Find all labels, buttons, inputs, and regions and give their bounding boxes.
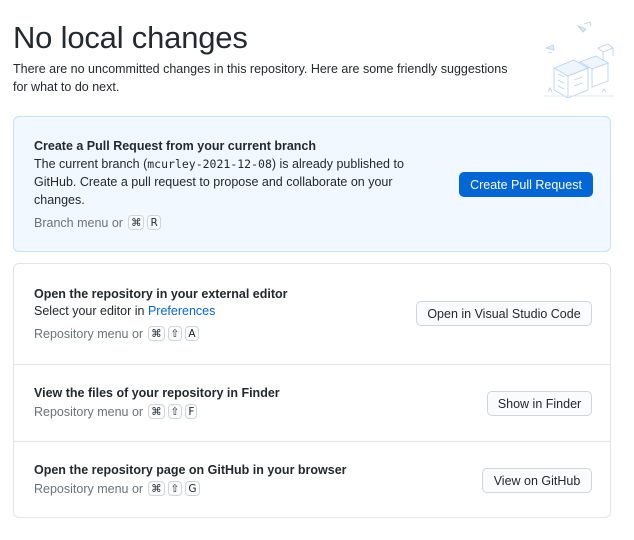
- open-editor-heading: Open the repository in your external edi…: [34, 287, 288, 301]
- show-in-finder-button[interactable]: Show in Finder: [487, 391, 592, 416]
- show-in-finder-section: View the files of your repository in Fin…: [14, 364, 610, 441]
- view-github-shortcut-hint: Repository menu or ⌘ ⇧ G: [34, 481, 200, 496]
- a-key: A: [185, 326, 199, 341]
- create-pr-line-3: changes.: [34, 193, 85, 207]
- command-key: ⌘: [127, 215, 145, 230]
- create-pr-line-1: The current branch (mcurley-2021-12-08) …: [34, 157, 404, 171]
- command-key: ⌘: [148, 326, 165, 341]
- open-editor-description: Select your editor in Preferences: [34, 304, 216, 318]
- view-github-heading: Open the repository page on GitHub in yo…: [34, 463, 347, 477]
- create-pull-request-card: Create a Pull Request from your current …: [13, 116, 611, 252]
- create-pr-heading: Create a Pull Request from your current …: [34, 139, 317, 153]
- preferences-link[interactable]: Preferences: [148, 304, 215, 318]
- r-key: R: [147, 215, 161, 230]
- create-pr-description: The current branch (mcurley-2021-12-08) …: [34, 155, 454, 209]
- subtitle-line-1: There are no uncommitted changes in this…: [13, 62, 508, 76]
- view-on-github-button[interactable]: View on GitHub: [482, 468, 592, 493]
- open-in-editor-section: Open the repository in your external edi…: [14, 264, 610, 364]
- suggestions-card: Open the repository in your external edi…: [13, 263, 611, 518]
- branch-name: mcurley-2021-12-08: [147, 157, 272, 171]
- show-finder-heading: View the files of your repository in Fin…: [34, 386, 280, 400]
- open-in-editor-button[interactable]: Open in Visual Studio Code: [416, 301, 592, 326]
- command-key: ⌘: [148, 481, 165, 496]
- view-on-github-section: Open the repository page on GitHub in yo…: [14, 441, 610, 518]
- f-key: F: [185, 404, 198, 419]
- open-editor-shortcut-hint: Repository menu or ⌘ ⇧ A: [34, 326, 199, 341]
- no-changes-illustration-icon: [544, 21, 614, 98]
- create-pull-request-button[interactable]: Create Pull Request: [459, 172, 593, 197]
- create-pr-shortcut-hint: Branch menu or ⌘ R: [34, 215, 161, 230]
- shift-key: ⇧: [167, 404, 183, 419]
- shift-key: ⇧: [167, 326, 183, 341]
- shift-key: ⇧: [167, 481, 183, 496]
- page-title: No local changes: [13, 20, 248, 55]
- create-pr-line-2: GitHub. Create a pull request to propose…: [34, 175, 393, 189]
- page-subtitle: There are no uncommitted changes in this…: [13, 60, 533, 96]
- show-finder-shortcut-hint: Repository menu or ⌘ ⇧ F: [34, 404, 198, 419]
- g-key: G: [185, 481, 200, 496]
- command-key: ⌘: [148, 404, 165, 419]
- subtitle-line-2: for what to do next.: [13, 80, 120, 94]
